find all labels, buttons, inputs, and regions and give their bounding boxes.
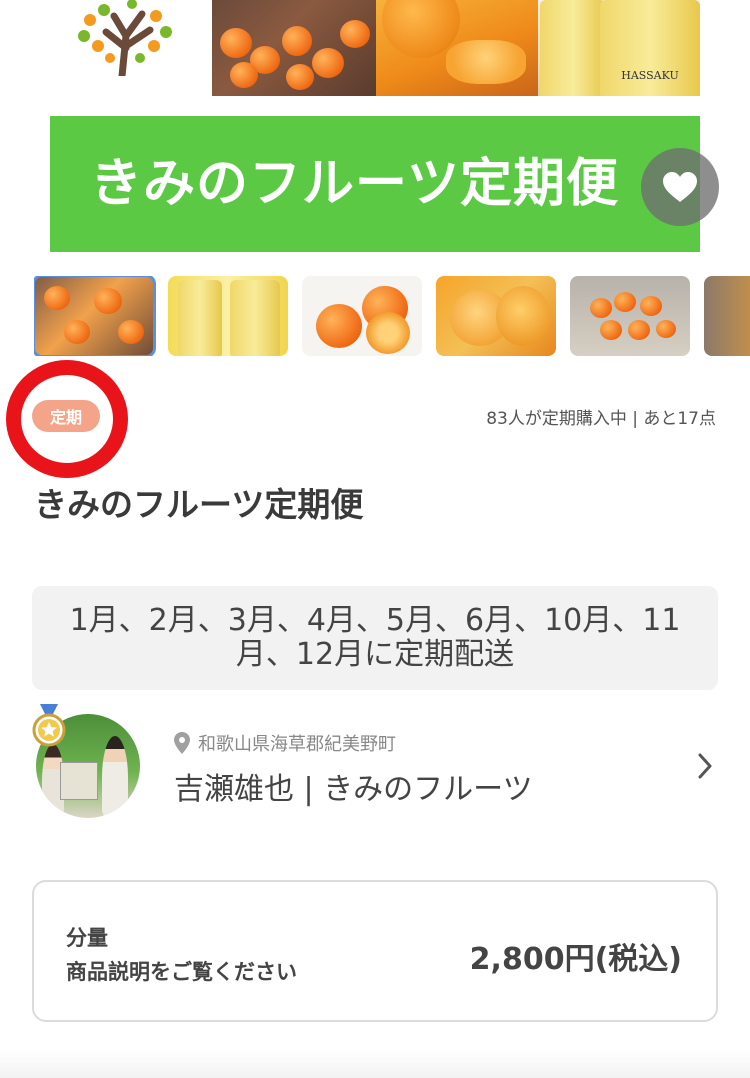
thumbnail-4[interactable]	[436, 276, 556, 356]
hero-photo-bottles: HASSAKU	[538, 0, 700, 96]
quantity-value: 商品説明をご覧ください	[66, 960, 297, 984]
hero-image: HASSAKU	[0, 0, 750, 100]
delivery-schedule: 1月、2月、3月、4月、5月、6月、10月、11月、12月に定期配送	[32, 586, 718, 690]
thumbnail-6[interactable]	[704, 276, 750, 356]
thumbnail-3[interactable]	[302, 276, 422, 356]
avatar-sign	[60, 762, 98, 800]
hero-photo-mikan-crate	[212, 0, 376, 96]
thumbnail-1[interactable]	[34, 276, 156, 356]
hero-photo: HASSAKU	[212, 0, 700, 96]
seller-location: 和歌山県海草郡紀美野町	[174, 730, 396, 756]
favorite-button[interactable]	[641, 148, 719, 226]
location-pin-icon	[174, 732, 190, 754]
bottle-label: HASSAKU	[621, 69, 679, 82]
shop-logo	[78, 0, 172, 76]
product-banner: きみのフルーツ定期便	[50, 116, 700, 252]
seller-row[interactable]: 和歌山県海草郡紀美野町 吉瀬雄也 | きみのフルーツ	[32, 704, 732, 821]
stock-info: 83人が定期購入中 | あと17点	[486, 409, 716, 429]
thumbnail-5[interactable]	[570, 276, 690, 356]
heart-icon	[663, 172, 697, 202]
seller-name[interactable]: 吉瀬雄也 | きみのフルーツ	[174, 764, 533, 808]
quantity-label: 分量	[66, 926, 108, 950]
medal-icon	[32, 704, 66, 747]
product-title: きみのフルーツ定期便	[34, 485, 364, 524]
seller-location-text: 和歌山県海草郡紀美野町	[198, 734, 396, 755]
thumbnail-strip	[34, 276, 750, 356]
bottom-fade	[0, 1050, 750, 1078]
thumbnail-2[interactable]	[168, 276, 288, 356]
hero-photo-orange-segments	[376, 0, 538, 96]
subscription-badge: 定期	[32, 400, 100, 432]
banner-text: きみのフルーツ定期便	[90, 154, 619, 214]
price-card[interactable]: 分量 商品説明をご覧ください 2,800円(税込)	[32, 880, 718, 1022]
price: 2,800円(税込)	[469, 942, 682, 977]
chevron-right-icon[interactable]	[696, 752, 714, 780]
